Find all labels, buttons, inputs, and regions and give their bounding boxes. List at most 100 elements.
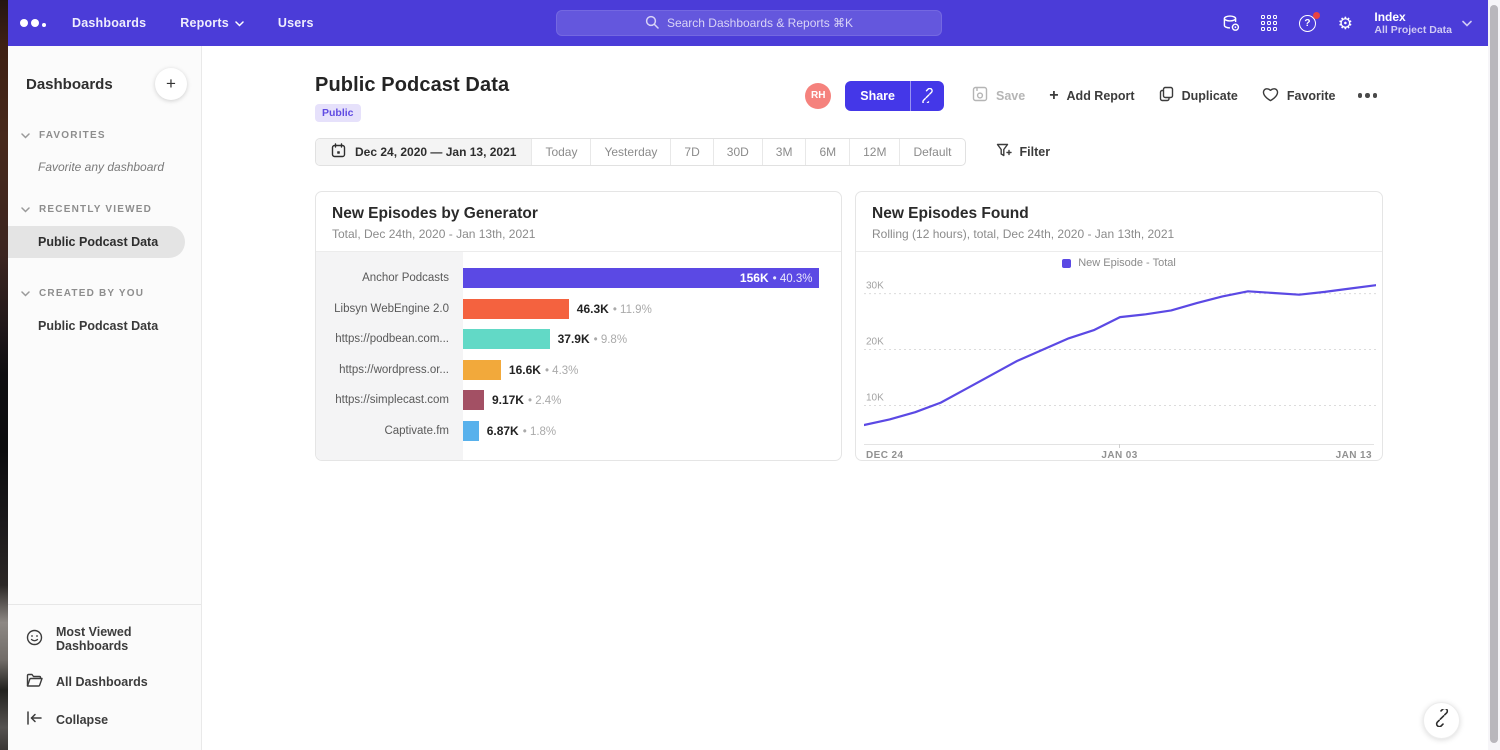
save-button[interactable]: Save [960,78,1037,113]
series-line[interactable] [864,285,1376,425]
floating-copy-link-button[interactable] [1423,702,1460,739]
bar[interactable] [463,390,484,410]
bar-value-label: 6.87K• 1.8% [487,424,556,438]
legend-new-episode-total[interactable]: New Episode - Total [856,252,1382,274]
filter-button[interactable]: Filter [996,143,1051,161]
project-switcher[interactable]: Index All Project Data [1374,10,1478,37]
bar[interactable]: 156K• 40.3% [463,268,819,288]
y-tick-label: 30K [866,281,884,292]
bar-category-label: https://wordpress.or... [316,364,463,376]
x-tick-label: JAN 03 [1101,450,1137,461]
preset-7d[interactable]: 7D [671,139,713,165]
bar[interactable] [463,329,550,349]
preset-today[interactable]: Today [532,139,591,165]
link-icon [1433,709,1451,732]
filter-label: Filter [1020,145,1051,159]
nav-item-label: Reports [180,16,229,30]
section-header-recently-viewed[interactable]: RECENTLY VIEWED [8,200,201,218]
preset-6m[interactable]: 6M [806,139,850,165]
bar-row[interactable]: https://wordpress.or...16.6K• 4.3% [316,355,841,386]
bar-row[interactable]: https://simplecast.com9.17K• 2.4% [316,385,841,416]
bar[interactable] [463,299,569,319]
copy-share-link-button[interactable] [910,81,944,111]
header-actions: RH Share Save + [805,78,1383,113]
preset-30d[interactable]: 30D [714,139,763,165]
smiley-icon [26,629,43,649]
settings-gear-icon[interactable]: ⚙ [1326,0,1364,46]
x-tick-label: JAN 13 [1336,450,1372,461]
section-label: RECENTLY VIEWED [39,204,152,215]
most-viewed-dashboards-button[interactable]: Most Viewed Dashboards [8,615,201,663]
section-header-created-by-you[interactable]: CREATED BY YOU [8,284,201,302]
sidebar-item-public-podcast-data[interactable]: Public Podcast Data [8,310,201,342]
preset-yesterday[interactable]: Yesterday [591,139,671,165]
duplicate-icon [1159,86,1174,105]
nav-item-dashboards[interactable]: Dashboards [72,16,146,30]
chart-subtitle: Rolling (12 hours), total, Dec 24th, 202… [872,227,1366,241]
sidebar-section-created-by-you: CREATED BY YOU Public Podcast Data [8,284,201,342]
plus-icon: + [1049,88,1058,104]
date-range-label: Dec 24, 2020 — Jan 13, 2021 [355,145,516,159]
bar[interactable] [463,360,501,380]
x-axis-tick-mark [1119,444,1120,448]
save-label: Save [996,89,1025,103]
sidebar-section-favorites: FAVORITES Favorite any dashboard [8,126,201,174]
x-tick-label: DEC 24 [866,450,903,461]
all-dashboards-button[interactable]: All Dashboards [8,663,201,701]
title-block: Public Podcast Data Public [315,74,509,122]
duplicate-button[interactable]: Duplicate [1147,78,1250,113]
add-dashboard-button[interactable]: + [155,68,187,100]
share-button[interactable]: Share [845,81,910,111]
bar-chart: Anchor Podcasts156K• 40.3%Libsyn WebEngi… [316,252,841,460]
avatar[interactable]: RH [805,83,831,109]
save-icon [972,86,988,105]
date-range-button[interactable]: Dec 24, 2020 — Jan 13, 2021 [316,139,532,165]
favorites-empty-hint: Favorite any dashboard [8,144,201,174]
scrollbar-thumb[interactable] [1490,5,1498,743]
nav-item-reports[interactable]: Reports [180,16,244,30]
app-window: Dashboards Reports Users Search Dashboar… [0,0,1500,750]
collapse-sidebar-button[interactable]: Collapse [8,701,201,738]
preset-12m[interactable]: 12M [850,139,900,165]
sidebar: Dashboards + FAVORITES Favorite any dash… [8,46,202,750]
nav-item-users[interactable]: Users [278,16,314,30]
add-report-button[interactable]: + Add Report [1037,80,1146,112]
bar-area: 6.87K• 1.8% [463,416,841,447]
collapse-icon [26,711,43,728]
bar-area: 16.6K• 4.3% [463,355,841,386]
help-icon[interactable]: ? [1288,0,1326,46]
chevron-down-icon [21,284,30,302]
card-new-episodes-found: New Episodes Found Rolling (12 hours), t… [855,191,1383,461]
more-options-button[interactable] [1348,85,1384,106]
bar-row[interactable]: https://podbean.com...37.9K• 9.8% [316,324,841,355]
data-management-icon[interactable] [1212,0,1250,46]
bar-area: 37.9K• 9.8% [463,324,841,355]
background-window-edge [0,0,8,750]
x-axis: DEC 24 JAN 03 JAN 13 [864,444,1374,461]
chart-title: New Episodes Found [872,205,1366,223]
bar-category-label: https://simplecast.com [316,394,463,406]
bar-row[interactable]: Libsyn WebEngine 2.046.3K• 11.9% [316,294,841,325]
search-placeholder: Search Dashboards & Reports ⌘K [667,16,853,30]
chart-title: New Episodes by Generator [332,205,825,223]
section-label: CREATED BY YOU [39,288,144,299]
y-tick-label: 10K [866,392,884,403]
folder-icon [26,673,43,691]
preset-default[interactable]: Default [900,139,964,165]
section-header-favorites[interactable]: FAVORITES [8,126,201,144]
apps-grid-icon[interactable] [1250,0,1288,46]
bar-row[interactable]: Captivate.fm6.87K• 1.8% [316,416,841,447]
search-input[interactable]: Search Dashboards & Reports ⌘K [556,10,942,36]
nav-item-label: Dashboards [72,16,146,30]
date-range-control: Dec 24, 2020 — Jan 13, 2021 Today Yester… [315,138,966,166]
section-label: FAVORITES [39,130,106,141]
page-scrollbar[interactable] [1488,0,1500,750]
favorite-button[interactable]: Favorite [1250,79,1348,113]
bar[interactable] [463,421,479,441]
preset-3m[interactable]: 3M [763,139,807,165]
bar-row[interactable]: Anchor Podcasts156K• 40.3% [316,263,841,294]
mixpanel-logo-icon[interactable] [20,16,46,30]
sidebar-item-public-podcast-data[interactable]: Public Podcast Data [8,226,185,258]
footer-item-label: All Dashboards [56,675,148,689]
chevron-down-icon [21,200,30,218]
